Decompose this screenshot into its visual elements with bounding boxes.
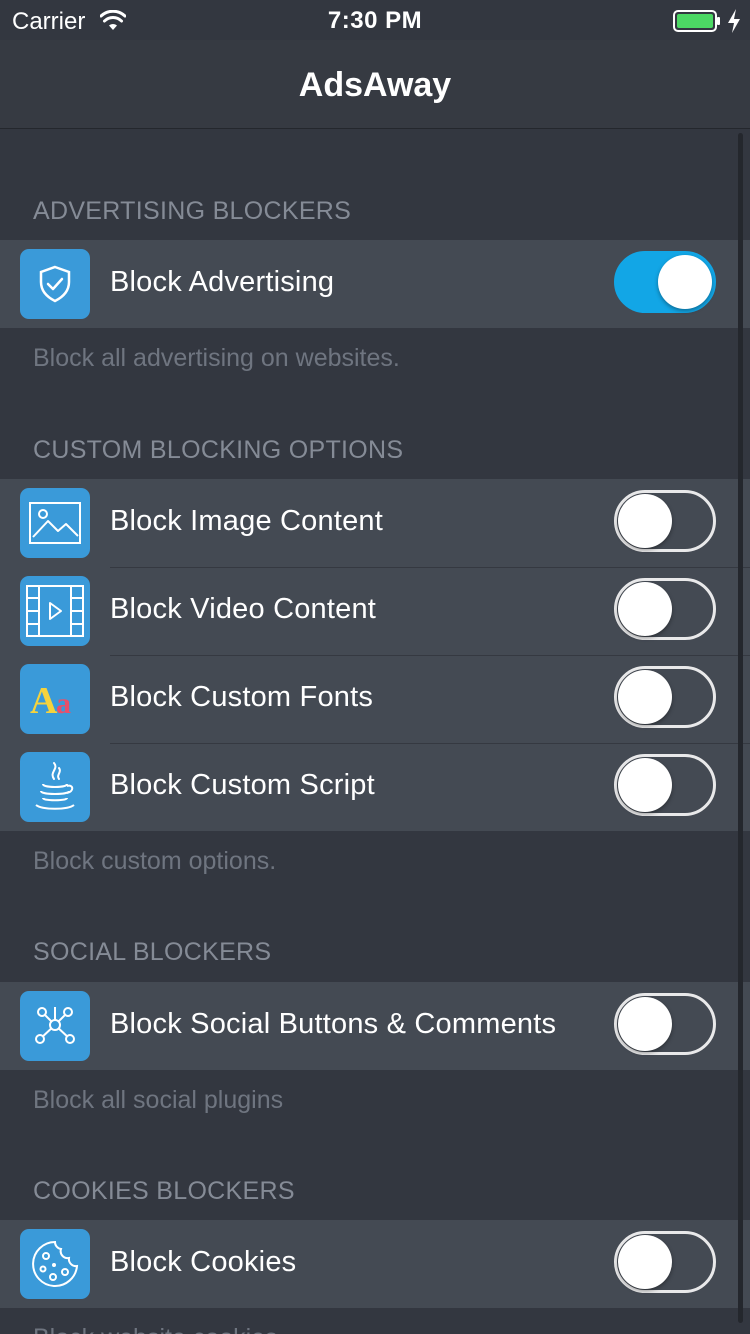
group-custom: Block Image Content Block Video Content … (0, 479, 750, 831)
row-label: Block Advertising (110, 266, 335, 298)
image-icon (20, 488, 90, 558)
status-bar: Carrier 7:30 PM (0, 0, 750, 40)
row-block-custom-fonts[interactable]: A a Block Custom Fonts (0, 655, 750, 743)
battery-icon (673, 10, 720, 32)
row-block-video-content[interactable]: Block Video Content (0, 567, 750, 655)
row-label: Block Social Buttons & Comments (110, 1008, 557, 1040)
row-label: Block Image Content (110, 505, 383, 537)
shield-check-icon (20, 249, 90, 319)
row-block-custom-script[interactable]: Block Custom Script (0, 743, 750, 831)
row-block-cookies[interactable]: Block Cookies (0, 1220, 750, 1308)
font-aa-icon: A a (20, 664, 90, 734)
row-label: Block Cookies (110, 1246, 297, 1278)
toggle-knob (618, 758, 672, 812)
toggle-knob (618, 582, 672, 636)
film-play-icon (20, 576, 90, 646)
group-social: Block Social Buttons & Comments (0, 982, 750, 1070)
page-title: AdsAway (298, 66, 452, 104)
block-image-content-toggle[interactable] (614, 490, 716, 552)
charging-bolt-icon (728, 9, 740, 33)
svg-text:A: A (30, 680, 58, 719)
toggle-knob (658, 255, 712, 309)
network-share-icon (20, 991, 90, 1061)
navigation-bar: AdsAway (0, 40, 750, 129)
section-footer-cookies: Block website cookies (33, 1324, 278, 1334)
row-block-image-content[interactable]: Block Image Content (0, 479, 750, 567)
section-header-cookies: COOKIES BLOCKERS (33, 1177, 295, 1205)
block-custom-fonts-toggle[interactable] (614, 666, 716, 728)
cookie-icon (20, 1229, 90, 1299)
toggle-knob (618, 670, 672, 724)
row-label: Block Video Content (110, 593, 377, 625)
toggle-knob (618, 1235, 672, 1289)
scroll-indicator[interactable] (738, 133, 743, 1323)
group-cookies: Block Cookies (0, 1220, 750, 1308)
block-video-content-toggle[interactable] (614, 578, 716, 640)
toggle-knob (618, 997, 672, 1051)
group-advertising: Block Advertising (0, 240, 750, 328)
status-time: 7:30 PM (327, 7, 423, 34)
row-label: Block Custom Script (110, 769, 375, 801)
block-advertising-toggle[interactable] (614, 251, 716, 313)
settings-list[interactable]: ADVERTISING BLOCKERS Block Advertising B… (0, 130, 750, 1334)
block-custom-script-toggle[interactable] (614, 754, 716, 816)
section-header-social: SOCIAL BLOCKERS (33, 938, 272, 966)
section-header-advertising: ADVERTISING BLOCKERS (33, 197, 352, 225)
section-footer-custom: Block custom options. (33, 847, 277, 875)
section-footer-social: Block all social plugins (33, 1086, 284, 1114)
row-block-advertising[interactable]: Block Advertising (0, 240, 750, 328)
svg-text:a: a (56, 687, 71, 719)
block-social-toggle[interactable] (614, 993, 716, 1055)
row-label: Block Custom Fonts (110, 681, 374, 713)
block-cookies-toggle[interactable] (614, 1231, 716, 1293)
java-cup-icon (20, 752, 90, 822)
section-header-custom: CUSTOM BLOCKING OPTIONS (33, 436, 404, 464)
row-block-social[interactable]: Block Social Buttons & Comments (0, 982, 750, 1070)
toggle-knob (618, 494, 672, 548)
section-footer-advertising: Block all advertising on websites. (33, 344, 400, 372)
